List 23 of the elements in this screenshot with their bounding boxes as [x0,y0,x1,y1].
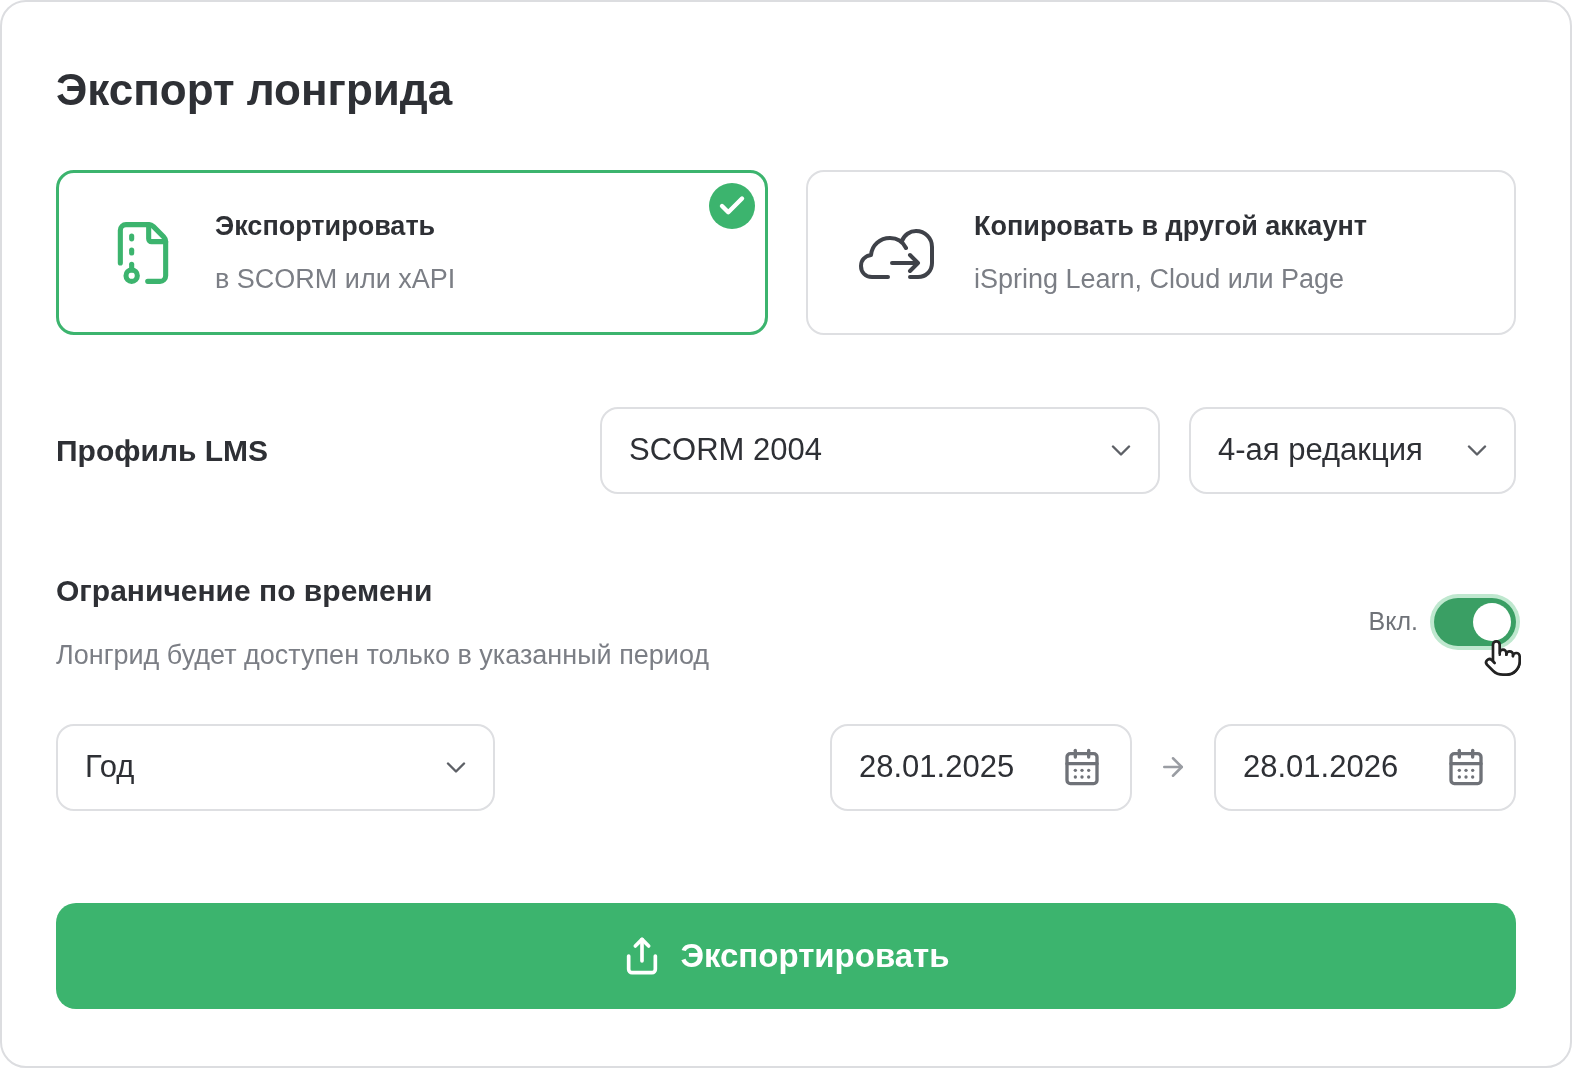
hand-cursor-icon [1482,637,1523,678]
calendar-icon [1446,747,1486,787]
standard-select[interactable]: SCORM 2004 [600,407,1160,494]
time-limit-description: Лонгрид будет доступен только в указанный период [56,639,711,672]
dialog-title: Экспорт лонгрида [56,68,454,112]
option-title: Экспортировать [215,210,437,243]
date-field[interactable]: 28.01.2025 [830,723,1132,811]
option-card[interactable]: Экспортировать в SCORM или xAPI [56,170,768,335]
edition-select[interactable]: 4-ая редакция [1189,407,1516,494]
option-subtitle: в SCORM или xAPI [215,262,456,296]
option-card[interactable]: Копировать в другой аккаунт iSpring Learn, Cloud или Page [806,170,1516,335]
date-field[interactable]: 28.01.2026 [1214,723,1516,811]
option-title: Копировать в другой аккаунт [974,210,1367,243]
period-select[interactable]: Год [56,723,495,811]
check-icon [709,183,755,229]
time-limit-title: Ограничение по времени [56,573,434,609]
calendar-icon [1062,747,1102,787]
option-subtitle: iSpring Learn, Cloud или Page [974,262,1346,296]
chevron-down-icon [1111,445,1131,456]
chevron-down-icon [1467,445,1487,456]
toggle-label: Вкл. [1368,606,1418,637]
lms-label: Профиль LMS [56,433,270,469]
chevron-down-icon [446,761,466,773]
